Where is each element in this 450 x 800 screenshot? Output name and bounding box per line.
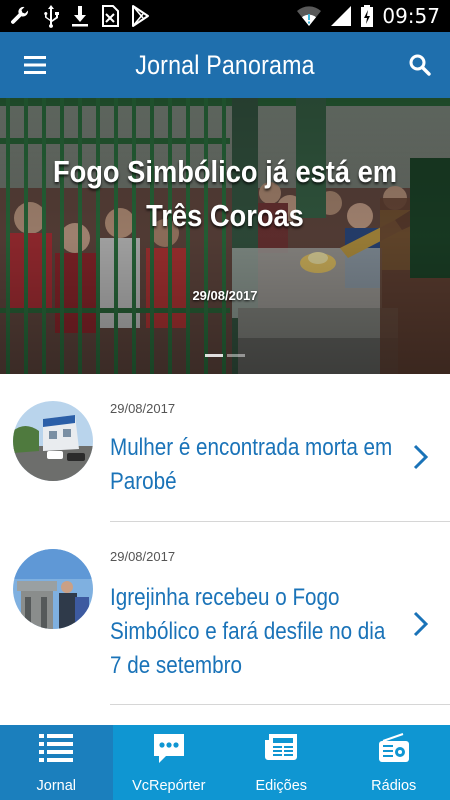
radio-icon (378, 733, 409, 762)
tab-label: Jornal (36, 778, 77, 794)
featured-story-date: 29/08/2017 (192, 288, 258, 303)
news-list-item[interactable]: 29/08/2017 Mulher é encontrada morta em … (0, 374, 450, 522)
chevron-right-icon (413, 611, 429, 637)
battery-charging-icon (361, 5, 374, 27)
news-thumbnail (13, 401, 93, 481)
app-title: Jornal Panorama (135, 50, 315, 80)
news-title: Igrejinha recebeu o Fogo Simbólico e far… (110, 584, 386, 679)
tab-radios[interactable]: Rádios (338, 725, 450, 800)
news-thumbnail (13, 549, 93, 629)
sim-icon (102, 5, 119, 27)
status-time: 09:57 (382, 4, 440, 28)
tab-label: VcRepórter (132, 778, 206, 794)
featured-story-title: Fogo Simbólico já está em Três Coroas (52, 154, 398, 233)
chat-bubble-icon (153, 734, 184, 763)
list-icon (39, 734, 74, 762)
usb-icon (44, 5, 59, 28)
wrench-icon (11, 6, 28, 24)
carousel-indicator (0, 354, 450, 357)
news-date: 29/08/2017 (110, 549, 176, 564)
news-thumbnail-photo (13, 549, 93, 629)
wifi-icon (297, 6, 322, 26)
tab-jornal[interactable]: Jornal (0, 725, 113, 800)
news-date: 29/08/2017 (110, 401, 176, 416)
carousel-dot (227, 354, 245, 357)
divider (110, 704, 450, 705)
chevron-right-icon (413, 444, 429, 470)
carousel-dot (205, 354, 223, 357)
tab-edicoes[interactable]: Edições (225, 725, 338, 800)
tab-vcreporter[interactable]: VcRepórter (113, 725, 226, 800)
menu-button[interactable] (14, 50, 54, 80)
play-store-icon (132, 5, 149, 27)
app-bar: Jornal Panorama (0, 32, 450, 98)
featured-story[interactable]: Fogo Simbólico já está em Três Coroas 29… (0, 98, 450, 374)
search-icon (409, 54, 431, 76)
status-bar: 09:57 (0, 0, 450, 32)
tab-label: Rádios (371, 778, 417, 794)
bottom-navigation: Jornal VcRepórter Edições Rádios (0, 725, 450, 800)
download-icon (72, 6, 88, 27)
notification-icons (8, 4, 150, 28)
news-list-item[interactable]: 29/08/2017 Igrejinha recebeu o Fogo Simb… (0, 522, 450, 706)
signal-icon (331, 6, 352, 26)
system-icons: 09:57 (296, 0, 440, 32)
news-title: Mulher é encontrada morta em Parobé (110, 434, 393, 495)
search-button[interactable] (404, 49, 436, 81)
hamburger-menu-icon (24, 56, 46, 74)
newspaper-icon (265, 734, 298, 760)
news-thumbnail-photo (13, 401, 93, 481)
tab-label: Edições (255, 778, 308, 794)
